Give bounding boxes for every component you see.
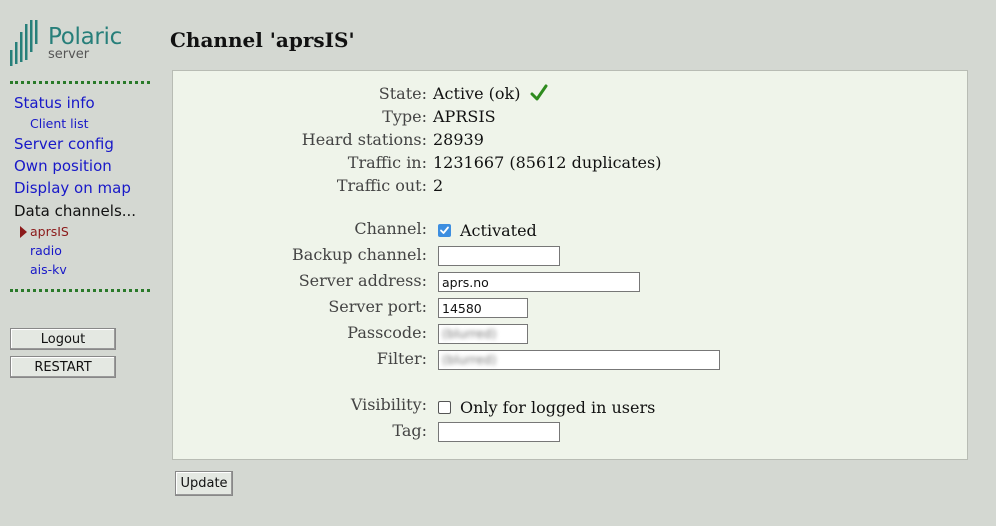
channel-label: Channel: (354, 219, 427, 238)
server-port-input[interactable] (438, 298, 528, 318)
update-button[interactable]: Update (175, 471, 233, 496)
server-address-label: Server address: (298, 271, 427, 290)
passcode-blurred-value: (blurred) (442, 326, 497, 341)
heard-label: Heard stations: (301, 130, 427, 149)
restart-button[interactable]: RESTART (10, 356, 116, 378)
page-title: Channel 'aprsIS' (170, 28, 355, 52)
checkbox-check-icon (440, 226, 449, 234)
nav-channel-label: aprsIS (30, 224, 69, 239)
tag-label: Tag: (392, 421, 427, 440)
row-traffic-out: Traffic out: 2 (173, 176, 967, 198)
filter-input[interactable]: (blurred) (438, 350, 720, 370)
row-passcode: Passcode: (blurred) (173, 323, 967, 345)
traffic-out-value: 2 (433, 176, 444, 195)
nav-status-info[interactable]: Status info (14, 93, 160, 115)
passcode-label: Passcode: (347, 323, 427, 342)
state-label: State: (378, 84, 427, 103)
sidebar: Polaric server Status info Client list S… (0, 0, 160, 526)
row-traffic-in: Traffic in: 1231667 (85612 duplicates) (173, 153, 967, 175)
row-channel: Channel: Activated (173, 219, 967, 241)
traffic-in-label: Traffic in: (347, 153, 427, 172)
active-arrow-icon (20, 226, 27, 238)
checkmark-icon (530, 84, 548, 101)
sidebar-divider-bottom (10, 289, 150, 292)
traffic-in-value: 1231667 (85612 duplicates) (433, 153, 662, 172)
nav-channel-radio[interactable]: radio (30, 242, 160, 261)
row-filter: Filter: (blurred) (173, 349, 967, 371)
row-visibility: Visibility: Only for logged in users (173, 395, 967, 417)
logout-button[interactable]: Logout (10, 328, 116, 350)
row-tag: Tag: (173, 421, 967, 443)
type-label: Type: (382, 107, 427, 126)
row-heard: Heard stations: 28939 (173, 130, 967, 152)
server-port-label: Server port: (328, 297, 427, 316)
row-state: State: Active (ok) (173, 84, 967, 106)
visibility-checkbox[interactable] (438, 401, 451, 414)
polaric-logo: Polaric server (8, 18, 148, 70)
filter-label: Filter: (376, 349, 427, 368)
logo-subtitle: server (48, 47, 90, 62)
type-value: APRSIS (433, 107, 496, 126)
state-text: Active (ok) (433, 84, 521, 103)
nav-client-list[interactable]: Client list (30, 115, 160, 134)
nav-channel-aprsis[interactable]: aprsIS (20, 223, 160, 242)
filter-blurred-value: (blurred) (442, 352, 497, 367)
backup-label: Backup channel: (292, 245, 427, 264)
nav-display-on-map[interactable]: Display on map (14, 178, 160, 200)
nav-channel-ais-kv[interactable]: ais-kv (30, 261, 160, 280)
row-type: Type: APRSIS (173, 107, 967, 129)
nav-data-channels-heading: Data channels... (14, 202, 137, 220)
row-server-port: Server port: (173, 297, 967, 319)
sidebar-divider-top (10, 81, 150, 84)
backup-channel-input[interactable] (438, 246, 560, 266)
tag-input[interactable] (438, 422, 560, 442)
logo-bars-icon (10, 20, 38, 66)
activated-checkbox[interactable] (438, 224, 451, 237)
visibility-label: Visibility: (350, 395, 427, 414)
traffic-out-label: Traffic out: (336, 176, 427, 195)
sidebar-nav: Status info Client list Server config Ow… (14, 93, 160, 280)
passcode-input[interactable]: (blurred) (438, 324, 528, 344)
row-backup: Backup channel: (173, 245, 967, 267)
heard-value: 28939 (433, 130, 484, 149)
activated-label: Activated (460, 221, 537, 240)
row-server-address: Server address: (173, 271, 967, 293)
nav-own-position[interactable]: Own position (14, 156, 160, 178)
state-value: Active (ok) (433, 84, 548, 103)
server-address-input[interactable] (438, 272, 640, 292)
nav-server-config[interactable]: Server config (14, 134, 160, 156)
channel-panel: State: Active (ok) Type: APRSIS Heard st… (172, 70, 968, 460)
visibility-checkbox-label: Only for logged in users (460, 398, 656, 417)
